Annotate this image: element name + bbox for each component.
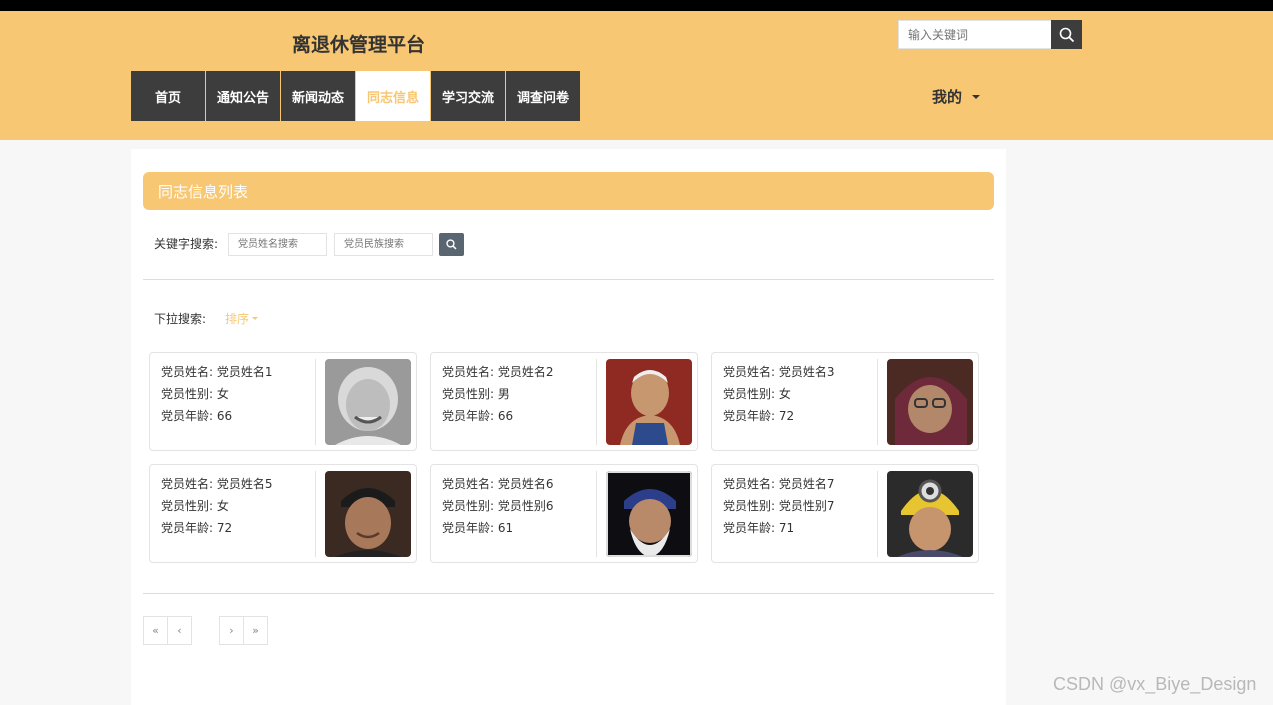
member-name: 党员姓名: 党员姓名5 (161, 477, 273, 491)
member-gender: 党员性别: 女 (161, 387, 229, 401)
member-info: 党员姓名: 党员姓名7 党员性别: 党员性别7 党员年龄: 71 (723, 473, 835, 539)
divider (143, 279, 994, 280)
member-photo[interactable] (325, 471, 411, 557)
nav-notices[interactable]: 通知公告 (206, 71, 280, 121)
name-search-input[interactable] (228, 233, 327, 256)
member-gender: 党员性别: 男 (442, 387, 510, 401)
member-name: 党员姓名: 党员姓名3 (723, 365, 835, 379)
member-card[interactable]: 党员姓名: 党员姓名6 党员性别: 党员性别6 党员年龄: 61 (430, 464, 698, 563)
member-gender: 党员性别: 党员性别7 (723, 499, 835, 513)
member-card[interactable]: 党员姓名: 党员姓名7 党员性别: 党员性别7 党员年龄: 71 (711, 464, 979, 563)
member-info: 党员姓名: 党员姓名3 党员性别: 女 党员年龄: 72 (723, 361, 835, 427)
search-icon (446, 239, 457, 250)
card-divider (315, 471, 316, 557)
member-gender: 党员性别: 党员性别6 (442, 499, 554, 513)
member-gender: 党员性别: 女 (723, 387, 791, 401)
card-divider (596, 359, 597, 445)
member-photo[interactable] (887, 359, 973, 445)
top-black-bar (0, 0, 1273, 11)
next-page-button[interactable]: › (219, 616, 244, 645)
nav-survey[interactable]: 调查问卷 (506, 71, 580, 121)
member-age: 党员年龄: 61 (442, 521, 514, 535)
member-gender: 党员性别: 女 (161, 499, 229, 513)
keyword-search-label: 关键字搜索: (154, 237, 219, 251)
card-divider (315, 359, 316, 445)
member-card[interactable]: 党员姓名: 党员姓名2 党员性别: 男 党员年龄: 66 (430, 352, 698, 451)
member-info: 党员姓名: 党员姓名1 党员性别: 女 党员年龄: 66 (161, 361, 273, 427)
member-card[interactable]: 党员姓名: 党员姓名1 党员性别: 女 党员年龄: 66 (149, 352, 417, 451)
page-numbers (191, 616, 219, 645)
card-divider (596, 471, 597, 557)
ethnicity-search-input[interactable] (334, 233, 433, 256)
member-card[interactable]: 党员姓名: 党员姓名5 党员性别: 女 党员年龄: 72 (149, 464, 417, 563)
member-info: 党员姓名: 党员姓名2 党员性别: 男 党员年龄: 66 (442, 361, 554, 427)
member-card[interactable]: 党员姓名: 党员姓名3 党员性别: 女 党员年龄: 72 (711, 352, 979, 451)
first-page-button[interactable]: « (143, 616, 168, 645)
watermark: CSDN @vx_Biye_Design (1053, 674, 1257, 694)
member-age: 党员年龄: 66 (161, 409, 233, 423)
caret-down-icon (252, 317, 259, 320)
member-age: 党员年龄: 66 (442, 409, 514, 423)
nav-home[interactable]: 首页 (131, 71, 205, 121)
member-age: 党员年龄: 72 (723, 409, 795, 423)
member-name: 党员姓名: 党员姓名2 (442, 365, 554, 379)
site-title: 离退休管理平台 (292, 34, 426, 56)
search-icon (1059, 27, 1074, 42)
member-photo[interactable] (887, 471, 973, 557)
member-name: 党员姓名: 党员姓名1 (161, 365, 273, 379)
mine-dropdown[interactable]: 我的 (932, 86, 981, 107)
member-photo[interactable] (325, 359, 411, 445)
nav-news[interactable]: 新闻动态 (281, 71, 355, 121)
member-photo[interactable] (606, 471, 692, 557)
site-header: 离退休管理平台 首页 通知公告 新闻动态 同志信息 学习交流 调查问卷 我的 (0, 11, 1273, 140)
panel-title: 同志信息列表 (143, 172, 994, 210)
nav-comrade-info[interactable]: 同志信息 (356, 71, 430, 121)
member-info: 党员姓名: 党员姓名5 党员性别: 女 党员年龄: 72 (161, 473, 273, 539)
mine-label: 我的 (932, 88, 963, 106)
main-content: 同志信息列表 关键字搜索: 下拉搜索: 排序 党员姓名: 党员姓名1 党员性别:… (131, 149, 1006, 705)
pagination: « ‹ › » (143, 616, 268, 645)
last-page-button[interactable]: » (243, 616, 268, 645)
member-name: 党员姓名: 党员姓名7 (723, 477, 835, 491)
member-name: 党员姓名: 党员姓名6 (442, 477, 554, 491)
header-search-button[interactable] (1051, 20, 1082, 49)
nav-study[interactable]: 学习交流 (431, 71, 505, 121)
header-search-input[interactable] (898, 20, 1052, 49)
member-info: 党员姓名: 党员姓名6 党员性别: 党员性别6 党员年龄: 61 (442, 473, 554, 539)
dropdown-search-label: 下拉搜索: (154, 312, 207, 326)
sort-dropdown[interactable]: 排序 (225, 310, 259, 327)
divider (143, 593, 994, 594)
prev-page-button[interactable]: ‹ (167, 616, 192, 645)
caret-down-icon (972, 94, 981, 99)
card-divider (877, 359, 878, 445)
main-nav: 首页 通知公告 新闻动态 同志信息 学习交流 调查问卷 (131, 71, 581, 121)
card-divider (877, 471, 878, 557)
member-age: 党员年龄: 71 (723, 521, 795, 535)
member-photo[interactable] (606, 359, 692, 445)
sort-label: 排序 (225, 312, 250, 326)
keyword-search-button[interactable] (439, 233, 464, 256)
member-age: 党员年龄: 72 (161, 521, 233, 535)
